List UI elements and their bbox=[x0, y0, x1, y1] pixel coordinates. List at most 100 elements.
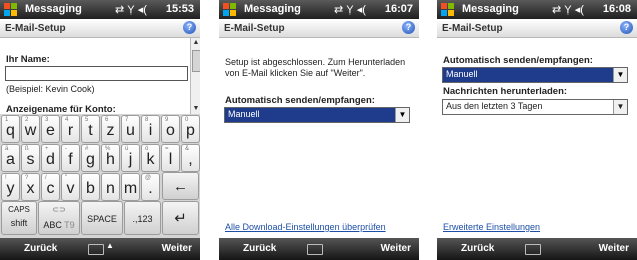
key-row1-6[interactable]: 7u bbox=[121, 115, 140, 143]
key-row1-3[interactable]: 4r bbox=[61, 115, 80, 143]
key-row1-4[interactable]: 5t bbox=[81, 115, 100, 143]
windows-start-icon[interactable] bbox=[222, 2, 237, 17]
keyboard-icon[interactable] bbox=[307, 244, 323, 255]
advanced-settings-link[interactable]: Erweiterte Einstellungen bbox=[443, 222, 540, 232]
key-row2-1[interactable]: ßs bbox=[21, 144, 40, 172]
key-row2-3[interactable]: -f bbox=[61, 144, 80, 172]
help-icon[interactable]: ? bbox=[402, 21, 415, 34]
enter-key[interactable]: ↵ bbox=[162, 201, 199, 235]
key-row3-2[interactable]: / c bbox=[41, 173, 60, 201]
send-receive-dropdown[interactable]: Manuell ▼ bbox=[224, 107, 410, 123]
send-receive-dropdown[interactable]: Manuell ▼ bbox=[442, 67, 628, 83]
download-messages-dropdown[interactable]: Aus den letzten 3 Tagen ▼ bbox=[442, 99, 628, 115]
key-main-char: w bbox=[24, 122, 37, 139]
key-row2-2[interactable]: + d bbox=[41, 144, 60, 172]
key-row2-0[interactable]: äa bbox=[1, 144, 20, 172]
clock[interactable]: 15:53 bbox=[166, 3, 194, 15]
key-row3-1[interactable]: ? x bbox=[21, 173, 40, 201]
volume-icon: ◂( bbox=[356, 4, 366, 16]
app-title: Messaging bbox=[244, 3, 301, 15]
softkey-bar: Zurück Weiter bbox=[437, 238, 637, 260]
key-main-char: m bbox=[123, 180, 138, 197]
scroll-thumb[interactable] bbox=[192, 50, 200, 72]
caps-shift-key[interactable]: CAPS shift bbox=[1, 201, 37, 235]
page-title: E-Mail-Setup bbox=[224, 23, 285, 34]
send-receive-label: Automatisch senden/empfangen: bbox=[443, 55, 593, 66]
page-header: E-Mail-Setup ? bbox=[437, 19, 637, 38]
key-row2-5[interactable]: % h bbox=[101, 144, 120, 172]
screen-email-setup-download: Messaging ⇄ Ỵ ◂( 16:08 E-Mail-Setup ? Au… bbox=[437, 0, 637, 260]
connectivity-icons[interactable]: ⇄ Ỵ ◂( bbox=[115, 3, 147, 16]
next-softkey[interactable]: Weiter bbox=[162, 243, 192, 254]
back-softkey[interactable]: Zurück bbox=[24, 243, 57, 254]
key-main-char: d bbox=[46, 151, 55, 168]
key-row3-3[interactable]: " v bbox=[61, 173, 80, 201]
send-receive-label: Automatisch senden/empfangen: bbox=[225, 95, 375, 106]
intro-text-line1: Setup ist abgeschlossen. Zum Herunterlad… bbox=[225, 57, 406, 67]
key-row1-2[interactable]: 3e bbox=[41, 115, 60, 143]
chevron-down-icon: ▼ bbox=[395, 108, 409, 122]
connectivity-icons[interactable]: ⇄ Ỵ ◂( bbox=[334, 3, 366, 16]
chevron-down-icon: ▼ bbox=[613, 100, 627, 114]
enter-return-icon: ↵ bbox=[174, 210, 187, 227]
page-title: E-Mail-Setup bbox=[442, 23, 503, 34]
key-row2-9[interactable]: &, bbox=[181, 144, 200, 172]
input-menu-caret-icon[interactable]: ▲ bbox=[106, 241, 114, 250]
key-row3-5[interactable]: n bbox=[101, 173, 120, 201]
clock[interactable]: 16:07 bbox=[385, 3, 413, 15]
key-row3-6[interactable]: m bbox=[121, 173, 140, 201]
key-row1-0[interactable]: 1q bbox=[1, 115, 20, 143]
clock[interactable]: 16:08 bbox=[603, 3, 631, 15]
key-main-char: o bbox=[166, 122, 175, 139]
keyboard-icon[interactable] bbox=[88, 244, 104, 255]
volume-icon: ◂( bbox=[574, 4, 584, 16]
form-area: Setup ist abgeschlossen. Zum Herunterlad… bbox=[219, 38, 419, 238]
connectivity-icons[interactable]: ⇄ Ỵ ◂( bbox=[552, 3, 584, 16]
key-row2-7[interactable]: ök bbox=[141, 144, 160, 172]
key-main-char: n bbox=[106, 180, 115, 197]
back-softkey[interactable]: Zurück bbox=[461, 243, 494, 254]
key-main-char: . bbox=[148, 180, 153, 197]
windows-start-icon[interactable] bbox=[440, 2, 455, 17]
key-row3-7[interactable]: @. bbox=[141, 173, 160, 201]
key-main-char: y bbox=[6, 180, 15, 197]
status-bar: Messaging ⇄ Ỵ ◂( 16:08 bbox=[437, 0, 637, 19]
name-input[interactable] bbox=[5, 66, 188, 81]
scroll-down-icon[interactable]: ▼ bbox=[191, 104, 200, 114]
key-row2-8[interactable]: = l bbox=[161, 144, 180, 172]
vertical-scrollbar[interactable]: ▲ ▼ bbox=[190, 38, 200, 114]
back-softkey[interactable]: Zurück bbox=[243, 243, 276, 254]
key-row2-6[interactable]: üj bbox=[121, 144, 140, 172]
volume-icon: ◂( bbox=[137, 4, 147, 16]
next-softkey[interactable]: Weiter bbox=[599, 243, 629, 254]
signal-icon: Ỵ bbox=[564, 4, 572, 16]
chevron-down-icon: ▼ bbox=[613, 68, 627, 82]
space-key[interactable]: SPACE bbox=[81, 201, 123, 235]
key-main-char: r bbox=[67, 122, 74, 139]
key-row1-9[interactable]: 0p bbox=[181, 115, 200, 143]
key-row1-5[interactable]: 6z bbox=[101, 115, 120, 143]
signal-icon: Ỵ bbox=[346, 4, 354, 16]
abc-t9-key[interactable]: ⊂⊃ ABC T9 bbox=[38, 201, 80, 235]
number-mode-key[interactable]: .,123 bbox=[124, 201, 161, 235]
status-bar: Messaging ⇄ Ỵ ◂( 16:07 bbox=[219, 0, 419, 19]
windows-start-icon[interactable] bbox=[3, 2, 18, 17]
key-main-char: x bbox=[26, 180, 35, 197]
key-row3-4[interactable]: b bbox=[81, 173, 100, 201]
backspace-key[interactable]: ← bbox=[162, 172, 199, 200]
signal-icon: Ỵ bbox=[127, 4, 135, 16]
review-download-settings-link[interactable]: Alle Download-Einstellungen überprüfen bbox=[225, 222, 386, 232]
screen-email-setup-complete: Messaging ⇄ Ỵ ◂( 16:07 E-Mail-Setup ? Se… bbox=[219, 0, 419, 260]
key-row1-7[interactable]: 8i bbox=[141, 115, 160, 143]
next-softkey[interactable]: Weiter bbox=[381, 243, 411, 254]
key-row1-8[interactable]: 9o bbox=[161, 115, 180, 143]
key-row1-1[interactable]: 2w bbox=[21, 115, 40, 143]
scroll-up-icon[interactable]: ▲ bbox=[191, 38, 200, 48]
key-row2-4[interactable]: # g bbox=[81, 144, 100, 172]
help-icon[interactable]: ? bbox=[183, 21, 196, 34]
help-icon[interactable]: ? bbox=[620, 21, 633, 34]
form-area: Automatisch senden/empfangen: Manuell ▼ … bbox=[437, 38, 637, 238]
key-main-char: g bbox=[86, 151, 95, 168]
key-row3-0[interactable]: ! y bbox=[1, 173, 20, 201]
keyboard-icon[interactable] bbox=[525, 244, 541, 255]
